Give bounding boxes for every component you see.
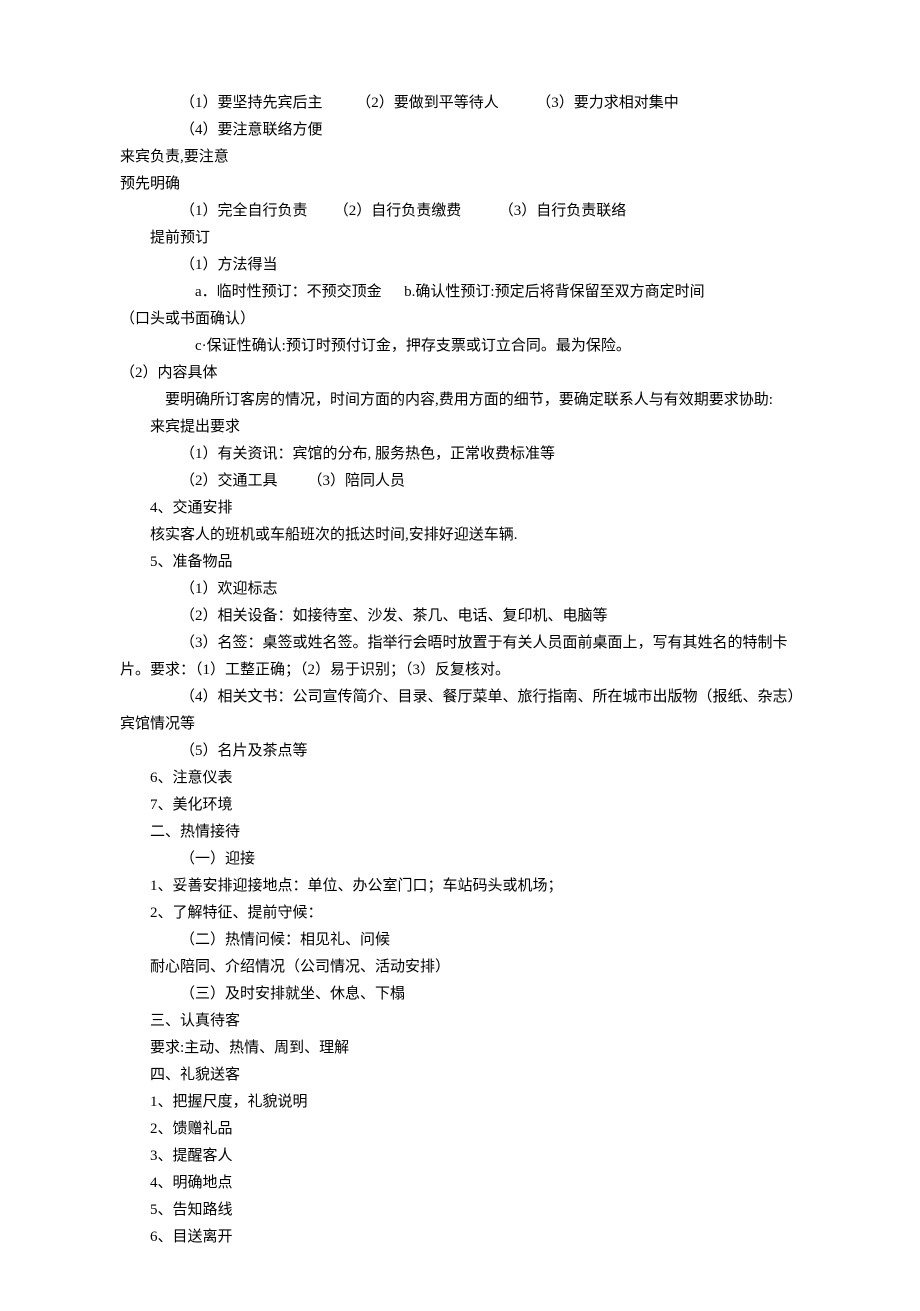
text-line: 二、热情接待 — [120, 819, 800, 846]
text-line: 预先明确 — [120, 171, 800, 198]
text-line: （3）名签：桌签或姓名签。指举行会晤时放置于有关人员面前桌面上，写有其姓名的特制… — [120, 630, 800, 657]
text-line: 来宾负责,要注意 — [120, 144, 800, 171]
text-line: 4、交通安排 — [120, 495, 800, 522]
text-line: 5、告知路线 — [120, 1197, 800, 1224]
text-line: 5、准备物品 — [120, 549, 800, 576]
text-line: （1）有关资讯：宾馆的分布, 服务热色，正常收费标准等 — [120, 441, 800, 468]
text-line: 四、礼貌送客 — [120, 1062, 800, 1089]
text-line: 三、认真待客 — [120, 1008, 800, 1035]
text-line: 核实客人的班机或车船班次的抵达时间,安排好迎送车辆. — [120, 522, 800, 549]
text-line: （2）相关设备：如接待室、沙发、茶几、电话、复印机、电脑等 — [120, 603, 800, 630]
text-line: （三）及时安排就坐、休息、下榻 — [120, 981, 800, 1008]
text-line: （二）热情问候：相见礼、问候 — [120, 927, 800, 954]
text-line: 要求:主动、热情、周到、理解 — [120, 1035, 800, 1062]
text-line: （2）内容具体 — [120, 360, 800, 387]
text-line: （2）交通工具 （3）陪同人员 — [120, 468, 800, 495]
text-line: 6、目送离开 — [120, 1224, 800, 1251]
text-line: 要明确所订客房的情况，时间方面的内容,费用方面的细节，要确定联系人与有效期要求协… — [120, 387, 800, 414]
text-line: （4）相关文书：公司宣传简介、目录、餐厅菜单、旅行指南、所在城市出版物（报纸、杂… — [120, 684, 800, 711]
document-body: （1）要坚持先宾后主 （2）要做到平等待人 （3）要力求相对集中（4）要注意联络… — [120, 90, 800, 1251]
text-line: 耐心陪同、介绍情况（公司情况、活动安排） — [120, 954, 800, 981]
text-line: （一）迎接 — [120, 846, 800, 873]
text-line: （口头或书面确认） — [120, 306, 800, 333]
text-line: 宾馆情况等 — [120, 711, 800, 738]
text-line: a．临时性预订：不预交顶金 b.确认性预订:预定后将背保留至双方商定时间 — [120, 279, 800, 306]
text-line: c·保证性确认:预订时预付订金，押存支票或订立合同。最为保险。 — [120, 333, 800, 360]
text-line: （4）要注意联络方便 — [120, 117, 800, 144]
text-line: 提前预订 — [120, 225, 800, 252]
text-line: 1、妥善安排迎接地点：单位、办公室门口；车站码头或机场； — [120, 873, 800, 900]
text-line: 1、把握尺度，礼貌说明 — [120, 1089, 800, 1116]
text-line: 2、馈赠礼品 — [120, 1116, 800, 1143]
text-line: （5）名片及茶点等 — [120, 738, 800, 765]
text-line: 4、明确地点 — [120, 1170, 800, 1197]
text-line: 3、提醒客人 — [120, 1143, 800, 1170]
text-line: 2、了解特征、提前守候： — [120, 900, 800, 927]
text-line: （1）方法得当 — [120, 252, 800, 279]
text-line: 片。要求：（1）工整正确；（2）易于识别；（3）反复核对。 — [120, 657, 800, 684]
text-line: 来宾提出要求 — [120, 414, 800, 441]
text-line: （1）要坚持先宾后主 （2）要做到平等待人 （3）要力求相对集中 — [120, 90, 800, 117]
text-line: （1）欢迎标志 — [120, 576, 800, 603]
text-line: 6、注意仪表 — [120, 765, 800, 792]
text-line: （1）完全自行负责 （2）自行负责缴费 （3）自行负责联络 — [120, 198, 800, 225]
text-line: 7、美化环境 — [120, 792, 800, 819]
